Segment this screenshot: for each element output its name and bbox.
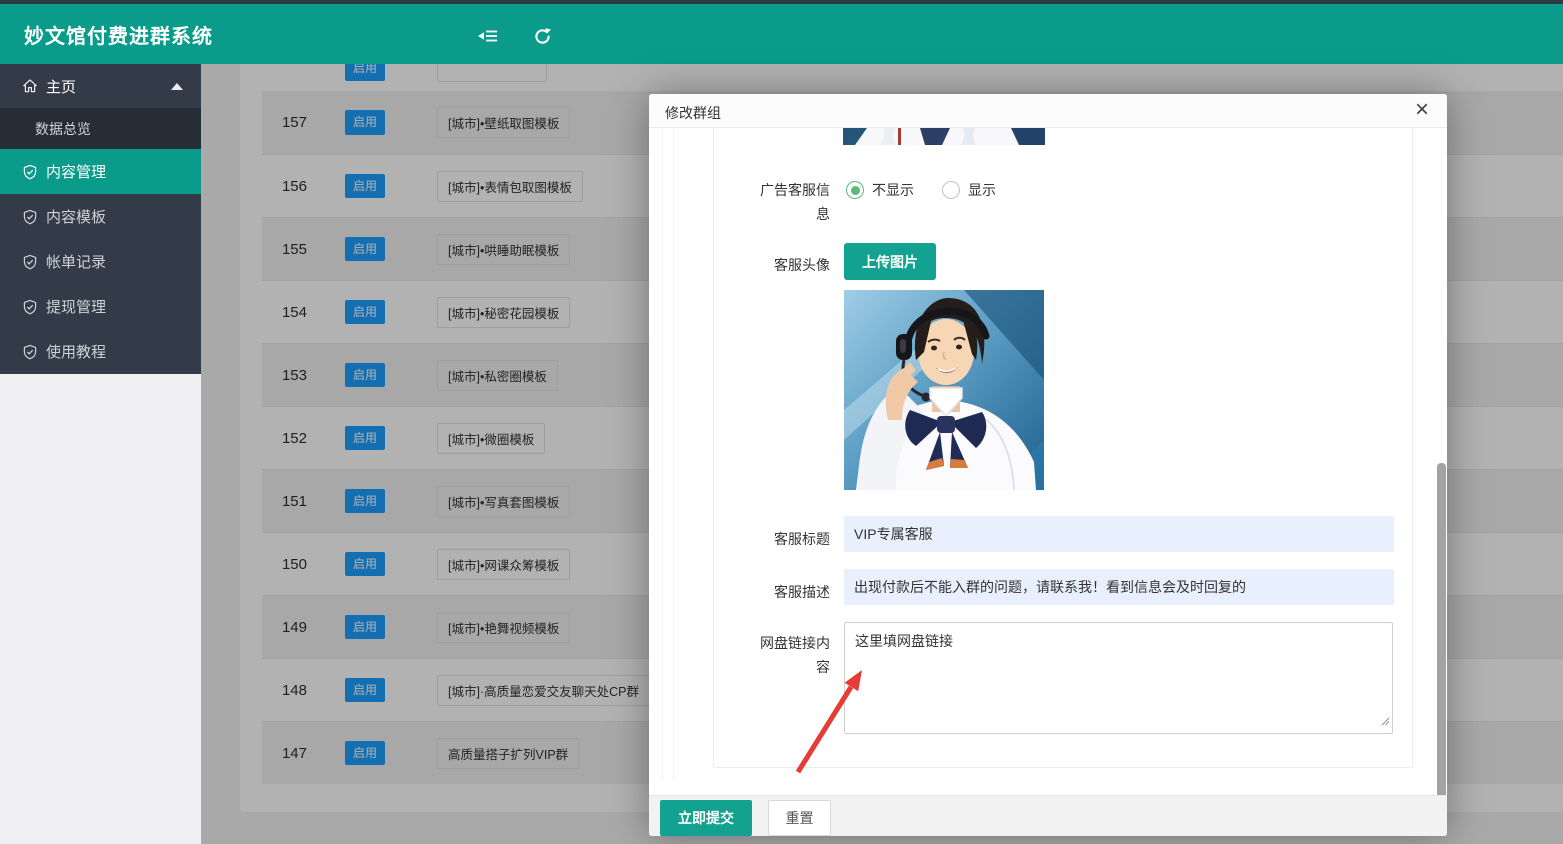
home-icon xyxy=(22,78,38,94)
service-avatar-image xyxy=(844,290,1044,490)
app-title: 妙文馆付费进群系统 xyxy=(24,20,213,49)
header-bar: 妙文馆付费进群系统 xyxy=(0,4,1563,64)
group-avatar-image-bottom-sliver xyxy=(843,128,1045,145)
sidebar-item-label: 内容模板 xyxy=(46,206,106,227)
sidebar-item-tutorial[interactable]: 使用教程 xyxy=(0,329,201,374)
netdisk-textarea[interactable]: 这里填网盘链接 xyxy=(844,622,1393,734)
ad-service-radio-group: 不显示 显示 xyxy=(846,180,996,200)
panel-border-line xyxy=(662,128,663,780)
sidebar-item-label: 主页 xyxy=(46,76,76,97)
sidebar-item-label: 帐单记录 xyxy=(46,251,106,272)
shield-check-icon xyxy=(22,299,38,315)
modal-scrollbar-thumb[interactable] xyxy=(1437,463,1446,827)
submit-button[interactable]: 立即提交 xyxy=(660,800,752,836)
shield-check-icon xyxy=(22,344,38,360)
service-desc-input[interactable]: 出现付款后不能入群的问题，请联系我！看到信息会及时回复的 xyxy=(844,569,1394,605)
radio-hide-label[interactable]: 不显示 xyxy=(872,180,914,200)
sidebar-item-data-overview[interactable]: 数据总览 xyxy=(0,108,201,149)
modal-header: 修改群组 × xyxy=(649,94,1447,128)
sidebar-item-content-manage[interactable]: 内容管理 xyxy=(0,149,201,194)
service-title-label: 客服标题 xyxy=(750,527,830,551)
shield-check-icon xyxy=(22,209,38,225)
close-icon[interactable]: × xyxy=(1409,95,1435,125)
service-title-input[interactable]: VIP专属客服 xyxy=(844,516,1394,552)
radio-show[interactable] xyxy=(942,181,960,199)
netdisk-text: 这里填网盘链接 xyxy=(855,633,953,649)
panel-border-line xyxy=(673,128,674,780)
refresh-icon[interactable] xyxy=(530,24,554,48)
edit-group-modal: 修改群组 × 广告客服信息 xyxy=(649,94,1447,836)
netdisk-label: 网盘链接内容 xyxy=(750,631,830,679)
modal-body: 广告客服信息 不显示 显示 客服头像 上传图片 xyxy=(649,128,1447,795)
upload-image-button[interactable]: 上传图片 xyxy=(844,243,936,280)
shield-check-icon xyxy=(22,254,38,270)
sidebar-item-label: 使用教程 xyxy=(46,341,106,362)
shield-check-icon xyxy=(22,164,38,180)
modal-title: 修改群组 xyxy=(665,103,721,123)
sidebar-item-label: 提现管理 xyxy=(46,296,106,317)
resize-grip-icon[interactable] xyxy=(1380,711,1390,731)
sidebar-item-bill-records[interactable]: 帐单记录 xyxy=(0,239,201,284)
page: 妙文馆付费进群系统 主页 xyxy=(0,0,1563,844)
sidebar-item-label: 数据总览 xyxy=(35,119,91,139)
service-avatar-label: 客服头像 xyxy=(750,253,830,277)
sidebar: 主页 数据总览 内容管理 内容模板 xyxy=(0,64,201,844)
chevron-up-icon xyxy=(171,83,183,90)
sidebar-item-content-template[interactable]: 内容模板 xyxy=(0,194,201,239)
ad-service-label: 广告客服信息 xyxy=(750,178,830,226)
radio-show-label[interactable]: 显示 xyxy=(968,180,996,200)
sidebar-item-home[interactable]: 主页 xyxy=(0,64,201,108)
service-desc-label: 客服描述 xyxy=(750,580,830,604)
reset-button[interactable]: 重置 xyxy=(768,800,831,836)
radio-hide[interactable] xyxy=(846,181,864,199)
modal-footer: 立即提交 重置 xyxy=(649,795,1447,836)
sidebar-item-label: 内容管理 xyxy=(46,161,106,182)
sidebar-item-withdraw-manage[interactable]: 提现管理 xyxy=(0,284,201,329)
collapse-sidebar-icon[interactable] xyxy=(476,24,500,48)
window-top-strip xyxy=(0,0,1563,4)
